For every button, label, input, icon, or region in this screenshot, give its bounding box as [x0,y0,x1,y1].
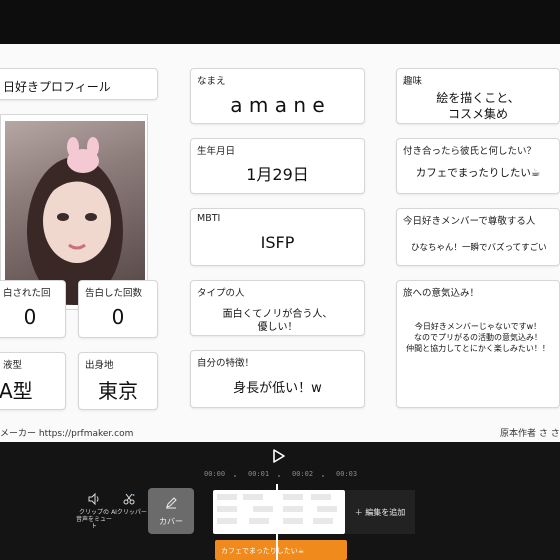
ruler-dot [234,475,236,477]
thumbnail-block [283,494,303,500]
blood-type-card: 液型 A型 [0,352,66,410]
confessed-made-value: 0 [111,305,125,329]
mute-clip-label-line3: ト [90,523,97,530]
thumbnail-block [283,518,303,524]
respected-member-value: ひなちゃん！一瞬でバズってすごい [411,243,547,253]
birthday-value: 1月29日 [246,165,309,184]
enthusiasm-value-line2: なのでプリがるの活動の意気込み！ [414,333,542,342]
relationship-card: 付き合ったら彼氏と何したい？ カフェでまったりしたい☕ [396,138,560,194]
enthusiasm-value-line1: 今日好きメンバーじゃないですw！ [414,322,542,331]
mbti-label: MBTI [197,213,221,224]
time-tick: 00:03 [336,470,358,478]
hobby-card: 趣味 絵を描くこと、 コスメ集め [396,68,560,124]
mute-clip-label-line2: 音声をミュー [75,516,112,523]
thumbnail-block [317,506,337,512]
feature-label: 自分の特徴！ [197,358,255,369]
hobby-value-line1: 絵を描くこと、 [436,91,520,105]
portrait-illustration [27,137,123,305]
confessed-received-value: 0 [23,305,37,329]
relationship-value: カフェでまったりしたい☕ [415,167,541,179]
thumbnail-block [311,494,331,500]
add-edit-button[interactable]: ＋ 編集を追加 [345,490,415,534]
profile-photo [5,121,145,305]
birthday-card: 生年月日 1月29日 [190,138,365,194]
respected-member-card: 今日好きメンバーで尊敬する人 ひなちゃん！一瞬でバズってすごい [396,208,560,266]
thumbnail-block [243,494,263,500]
type-label: タイプの人 [197,288,245,299]
thumbnail-block [253,506,273,512]
type-card: タイプの人 面白くてノリが合う人、 優しい！ [190,280,365,336]
relationship-label: 付き合ったら彼氏と何したい？ [403,146,537,157]
feature-card: 自分の特徴！ 身長が低い！w [190,350,365,408]
birthday-label: 生年月日 [197,146,236,157]
cover-button[interactable]: カバー [148,488,194,534]
mute-clip-label-line1: クリップの [78,509,109,516]
profile-title-card: 日好きプロフィール [0,68,158,100]
confessed-received-card: 白された回 0 [0,280,66,338]
enthusiasm-card: 旅への意気込み！ 今日好きメンバーじゃないですw！ なのでプリがるの活動の意気込… [396,280,560,408]
cover-label: カバー [159,517,183,526]
mbti-value: ISFP [260,233,295,252]
footer-author: 原本作者 さ さ [500,429,560,439]
text-clip-track[interactable]: カフェでまったりしたい☕ [215,540,347,560]
footer-maker-url: メーカー https://prfmaker.com [0,429,134,439]
hometown-card: 出身地 東京 [78,352,158,410]
top-bar [0,0,560,44]
confessed-made-card: 告白した回数 0 [78,280,158,338]
blood-type-value: A型 [0,379,33,403]
thumbnail-block [249,518,269,524]
thumbnail-block [217,494,237,500]
timeline-playhead[interactable] [276,484,278,560]
ruler-dot [278,475,280,477]
pencil-icon [166,497,177,509]
ai-clipper-label: AIクリッパー [111,509,147,516]
enthusiasm-value-line3: 仲間と協力してとにかく楽しみたい！！ [406,344,550,353]
time-tick: 00:01 [248,470,270,478]
thumbnail-block [217,518,237,524]
hometown-value: 東京 [98,379,138,403]
play-button[interactable] [268,446,288,466]
ai-clipper-button[interactable]: AIクリッパー [110,492,148,516]
confessed-made-label: 告白した回数 [85,288,143,299]
enthusiasm-label: 旅への意気込み！ [403,288,480,299]
respected-member-label: 今日好きメンバーで尊敬する人 [403,216,536,227]
hometown-label: 出身地 [85,360,114,371]
video-clip-thumbnails[interactable] [213,490,345,534]
play-icon [273,449,285,463]
preview-canvas: 日好きプロフィール なまえ a m a n e 生年月日 1月29日 MBTI … [0,44,560,442]
hobby-value-line2: コスメ集め [447,107,508,121]
confessed-received-label: 白された回 [3,288,51,299]
thumbnail-block [283,506,303,512]
scissors-icon [123,493,135,505]
type-value-line2: 優しい！ [257,322,298,333]
name-value: a m a n e [230,93,325,117]
volume-icon [88,492,99,506]
profile-title: 日好きプロフィール [3,80,111,94]
feature-value: 身長が低い！w [233,381,322,396]
time-tick: 00:00 [204,470,226,478]
timeline-ruler: 00:00 00:01 00:02 00:03 [190,470,370,482]
thumbnail-block [217,506,237,512]
mbti-card: MBTI ISFP [190,208,365,266]
ruler-dot [322,475,324,477]
name-card: なまえ a m a n e [190,68,365,124]
time-tick: 00:02 [292,470,314,478]
hobby-label: 趣味 [403,76,423,87]
thumbnail-block [313,518,333,524]
mute-clip-button[interactable]: クリップの 音声をミュー ト [74,492,114,530]
blood-type-label: 液型 [3,360,23,371]
name-label: なまえ [197,76,226,87]
